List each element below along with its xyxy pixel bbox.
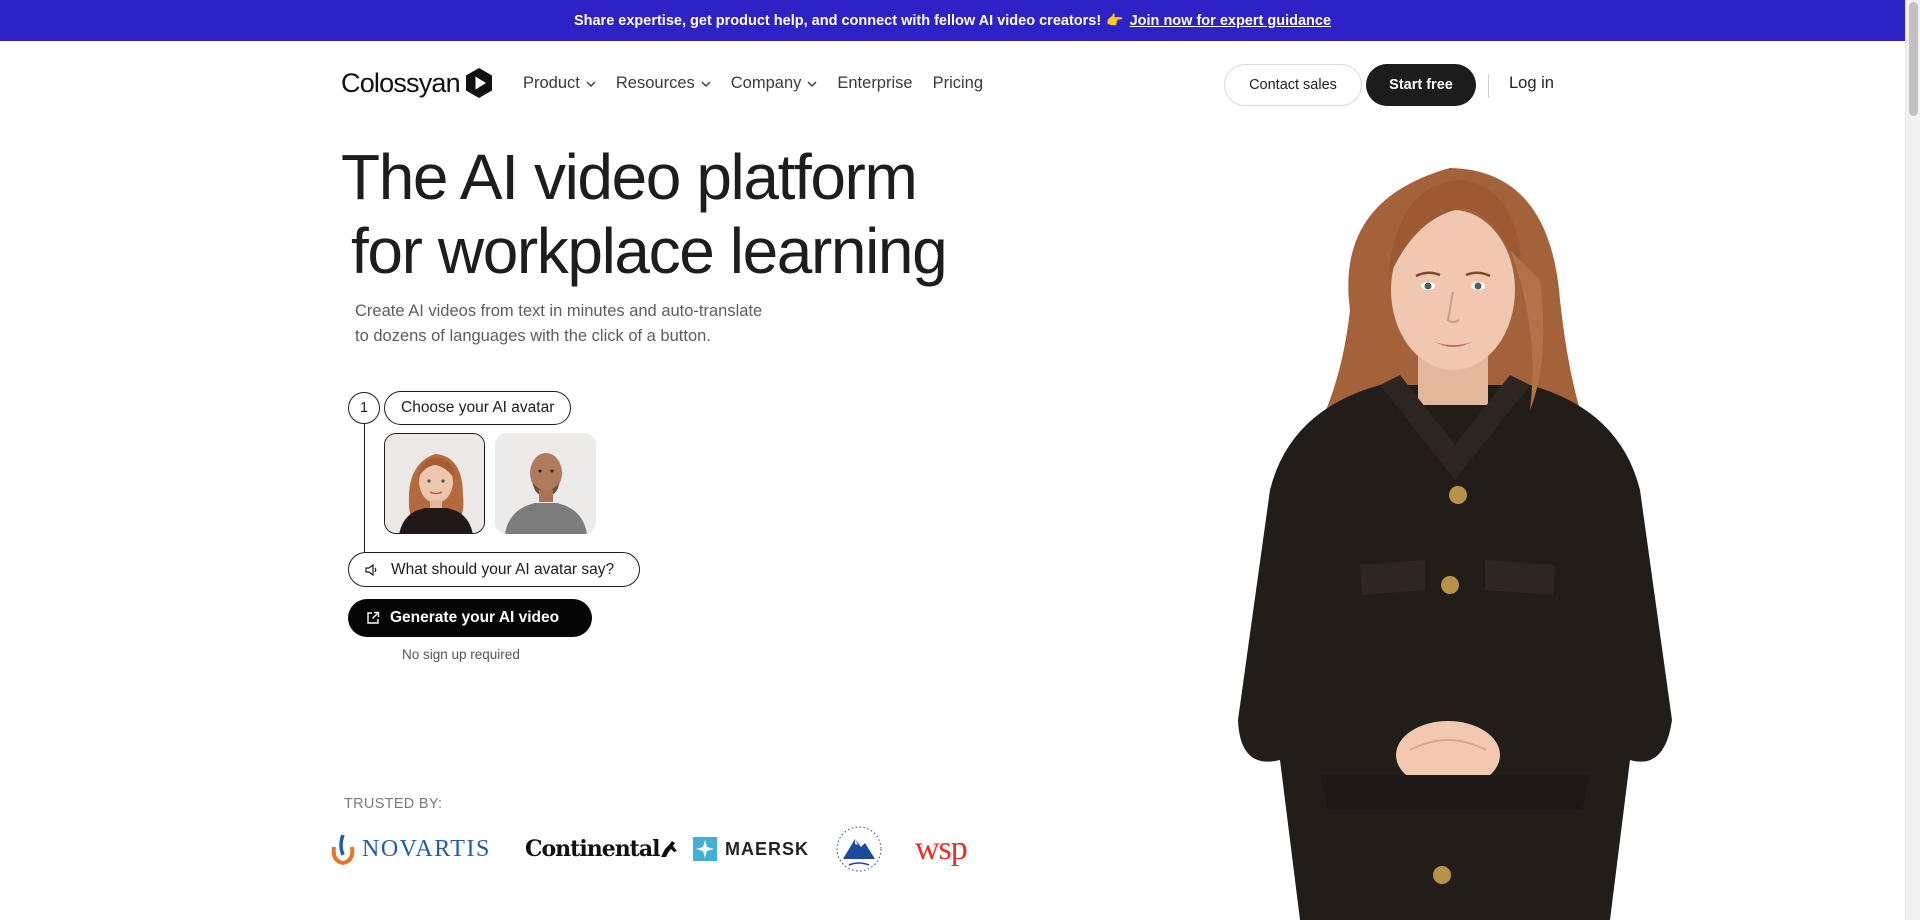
step-number-badge: 1 xyxy=(348,392,380,424)
wsp-wordmark: wsp xyxy=(915,830,968,867)
novartis-wordmark: NOVARTIS xyxy=(362,835,491,862)
trusted-by-label: TRUSTED BY: xyxy=(344,796,443,812)
nav-pricing[interactable]: Pricing xyxy=(933,74,983,93)
nav-enterprise[interactable]: Enterprise xyxy=(837,74,912,93)
start-free-button[interactable]: Start free xyxy=(1366,64,1476,106)
avatar-option-man[interactable] xyxy=(495,433,596,534)
nav-divider xyxy=(1488,74,1489,98)
continental-logo: Continental xyxy=(525,824,679,874)
chevron-down-icon xyxy=(586,81,596,87)
top-navigation: Colossyan Product Resources Company Ente… xyxy=(0,41,1905,127)
subtitle-line-1: Create AI videos from text in minutes an… xyxy=(355,302,763,320)
nav-pricing-label: Pricing xyxy=(932,74,984,92)
subtitle-line-2: to dozens of languages with the click of… xyxy=(355,327,711,345)
external-link-icon xyxy=(366,611,380,625)
page-scrollbar[interactable] xyxy=(1905,0,1920,920)
chevron-down-icon xyxy=(807,81,817,87)
no-signup-note: No sign up required xyxy=(402,647,520,662)
login-link[interactable]: Log in xyxy=(1509,74,1554,93)
colossyan-logo[interactable]: Colossyan xyxy=(341,67,494,99)
generate-video-label: Generate your AI video xyxy=(390,609,560,626)
scrollbar-thumb[interactable] xyxy=(1909,2,1918,116)
novartis-logo: NOVARTIS xyxy=(330,824,491,874)
maersk-wordmark: MAERSK xyxy=(725,838,810,859)
chevron-down-icon xyxy=(701,81,711,87)
nav-resources[interactable]: Resources xyxy=(616,74,711,93)
avatar-script-placeholder: What should your AI avatar say? xyxy=(391,560,615,578)
maersk-logo: MAERSK xyxy=(693,824,809,874)
maersk-star-icon xyxy=(693,837,717,861)
headline-line-2: for workplace learning xyxy=(351,215,948,287)
novartis-flame-icon xyxy=(331,834,355,865)
headline-line-1: The AI video platform xyxy=(341,141,918,213)
hero-headline: The AI video platform for workplace lear… xyxy=(341,140,948,288)
nav-product-label: Product xyxy=(523,74,580,92)
nav-resources-label: Resources xyxy=(615,74,695,92)
continental-wordmark: Continental xyxy=(525,836,660,862)
speaker-icon xyxy=(365,563,379,576)
generate-video-button[interactable]: Generate your AI video xyxy=(348,599,592,637)
announcement-bar: Share expertise, get product help, and c… xyxy=(0,0,1905,41)
hero-subtitle: Create AI videos from text in minutes an… xyxy=(355,299,815,349)
woman-presenter-figure xyxy=(1238,168,1672,920)
announcement-text: Share expertise, get product help, and c… xyxy=(573,12,1102,29)
main-menu: Product Resources Company Enterprise Pri… xyxy=(523,74,1003,93)
announcement-link[interactable]: Join now for expert guidance xyxy=(1130,13,1331,29)
nav-company-label: Company xyxy=(730,74,802,92)
avatar-option-woman[interactable] xyxy=(384,433,485,534)
nav-company[interactable]: Company xyxy=(731,74,818,93)
wsp-logo: wsp xyxy=(915,824,968,874)
paramount-logo xyxy=(835,824,883,874)
nav-enterprise-label: Enterprise xyxy=(837,74,913,92)
horse-icon xyxy=(661,841,678,857)
avatar-script-input[interactable]: What should your AI avatar say? xyxy=(348,552,640,587)
nav-product[interactable]: Product xyxy=(523,74,596,93)
logo-wordmark: Colossyan xyxy=(341,67,461,98)
contact-sales-button[interactable]: Contact sales xyxy=(1224,64,1362,106)
man-avatar-portrait xyxy=(495,433,596,534)
choose-avatar-pill[interactable]: Choose your AI avatar xyxy=(384,391,572,425)
play-hexagon-icon xyxy=(465,68,492,98)
woman-avatar-portrait xyxy=(385,434,484,533)
paramount-mountain-icon xyxy=(836,826,882,872)
presenter-image xyxy=(1210,160,1700,920)
pointing-hand-icon: 👉 xyxy=(1106,12,1124,28)
